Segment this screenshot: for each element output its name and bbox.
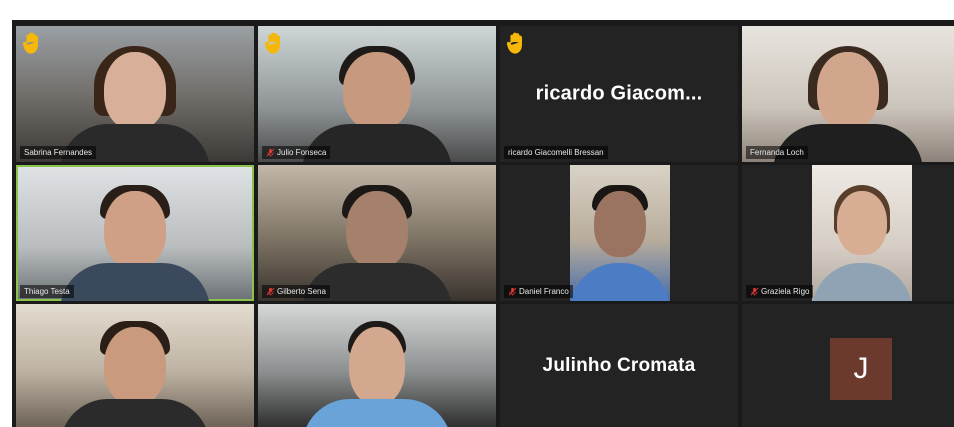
participant-tile[interactable]: Julinho Cromata: [500, 304, 738, 427]
participant-display-name: ricardo Giacom...: [535, 82, 703, 105]
participant-tile[interactable]: ricardo Giacom... ricardo Giacomelli Bre…: [500, 26, 738, 162]
participant-tile[interactable]: [258, 304, 496, 427]
participant-tile[interactable]: Gilberto Sena: [258, 165, 496, 301]
muted-mic-icon: [750, 287, 759, 296]
participant-video: [302, 317, 452, 427]
participant-name-label: Daniel Franco: [504, 285, 573, 298]
participant-tile[interactable]: Graziela Rigo: [742, 165, 954, 301]
participant-video: [570, 165, 670, 301]
participant-name-label: Julio Fonseca: [262, 146, 331, 159]
participant-video: [302, 181, 452, 301]
participant-video: [302, 42, 452, 162]
participant-tile[interactable]: Sabrina Fernandes: [16, 26, 254, 162]
participant-tile[interactable]: Fernanda Loch: [742, 26, 954, 162]
participant-tile[interactable]: J: [742, 304, 954, 427]
participant-name-label: Fernanda Loch: [746, 146, 808, 159]
muted-mic-icon: [266, 287, 275, 296]
raised-hand-icon: [22, 32, 38, 54]
participant-tile[interactable]: [16, 304, 254, 427]
participant-video: [60, 317, 210, 427]
participant-name-label: Gilberto Sena: [262, 285, 330, 298]
participant-video: [60, 42, 210, 162]
participant-display-name: Julinho Cromata: [542, 354, 696, 376]
participant-video: [773, 42, 923, 162]
raised-hand-icon: [506, 32, 522, 54]
raised-hand-icon: [264, 32, 280, 54]
muted-mic-icon: [508, 287, 517, 296]
participant-video: [60, 181, 210, 301]
video-meeting-gallery: Sabrina Fernandes Julio Fonseca ricardo …: [12, 20, 954, 427]
participant-tile[interactable]: Daniel Franco: [500, 165, 738, 301]
participant-tile-active-speaker[interactable]: Thiago Testa: [16, 165, 254, 301]
participant-name-label: ricardo Giacomelli Bressan: [504, 146, 608, 159]
participant-avatar: J: [830, 338, 892, 400]
participant-tile[interactable]: Julio Fonseca: [258, 26, 496, 162]
participant-name-label: Thiago Testa: [20, 285, 74, 298]
participant-name-label: Sabrina Fernandes: [20, 146, 97, 159]
participant-video: [812, 165, 912, 301]
muted-mic-icon: [266, 148, 275, 157]
participant-name-label: Graziela Rigo: [746, 285, 814, 298]
